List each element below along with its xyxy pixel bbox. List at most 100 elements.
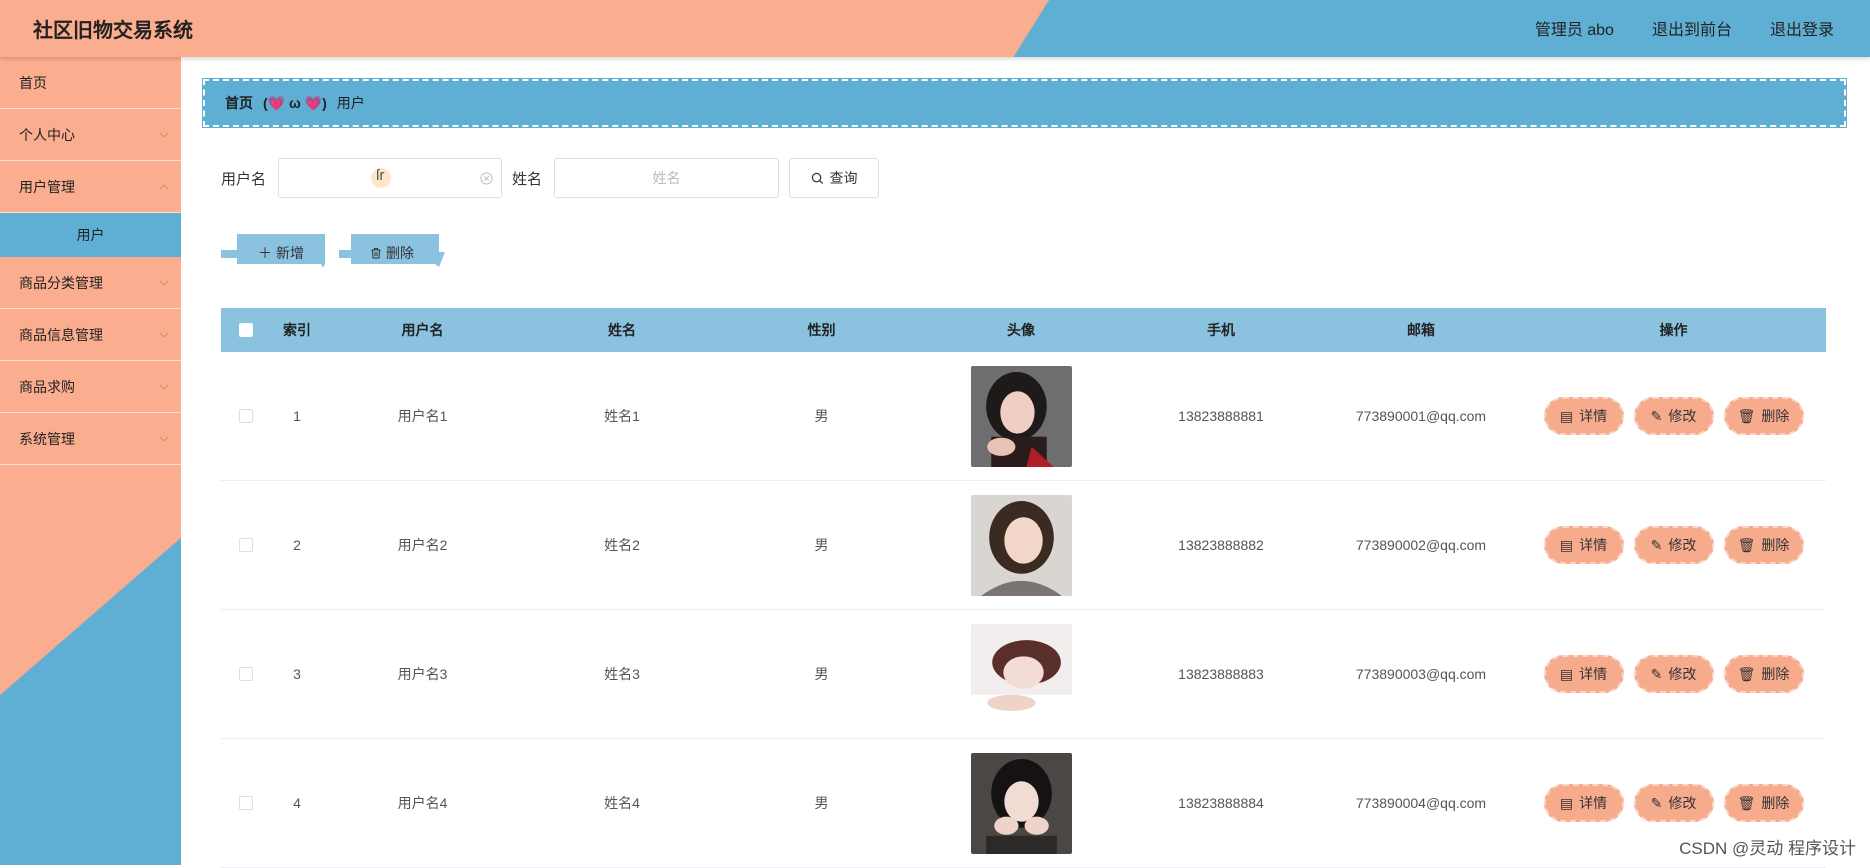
sidebar-item-label: 个人中心 (19, 125, 75, 145)
cell-username: 用户名4 (323, 793, 522, 813)
cell-ops: ▤详情 ✎修改 🗑删除 (1521, 397, 1826, 435)
document-icon: ▤ (1560, 795, 1573, 812)
delete-button-content: 删除 (339, 243, 445, 263)
delete-button[interactable]: 🗑 删除 (1724, 655, 1804, 693)
top-header: 社区旧物交易系统 管理员 abo 退出到前台 退出登录 (0, 0, 1870, 57)
breadcrumb-home[interactable]: 首页 (225, 93, 253, 113)
chevron-down-icon (159, 434, 169, 444)
sidebar-item-personal-center[interactable]: 个人中心 (0, 109, 181, 161)
batch-delete-button[interactable]: 删除 (339, 234, 445, 269)
sidebar-item-label: 商品求购 (19, 377, 75, 397)
cell-sex: 男 (722, 793, 921, 813)
username-input[interactable]: ſr (278, 158, 502, 198)
logout-link[interactable]: 退出登录 (1770, 16, 1834, 40)
detail-button-label: 详情 (1579, 535, 1607, 555)
cell-email: 773890002@qq.com (1321, 537, 1521, 553)
sidebar-item-label: 系统管理 (19, 429, 75, 449)
admin-user-label[interactable]: 管理员 abo (1535, 16, 1614, 40)
cell-sex: 男 (722, 406, 921, 426)
query-button[interactable]: 查询 (789, 158, 879, 198)
trash-icon: 🗑 (1738, 666, 1756, 683)
chevron-down-icon (159, 382, 169, 392)
delete-button-label: 删除 (1761, 664, 1789, 684)
detail-button-label: 详情 (1579, 793, 1607, 813)
app-title: 社区旧物交易系统 (33, 14, 193, 43)
clear-icon[interactable] (480, 172, 493, 185)
sidebar-item-label: 首页 (19, 73, 47, 93)
sidebar-item-system-management[interactable]: 系统管理 (0, 413, 181, 465)
col-header-ops: 操作 (1521, 320, 1826, 340)
name-label: 姓名 (512, 168, 542, 189)
cell-index: 1 (271, 408, 323, 424)
row-checkbox-cell (221, 796, 271, 810)
cell-email: 773890001@qq.com (1321, 408, 1521, 424)
add-button[interactable]: ＋新增 (221, 234, 327, 269)
edit-button[interactable]: ✎修改 (1634, 784, 1714, 822)
sidebar-item-label: 商品信息管理 (19, 325, 103, 345)
sidebar-item-goods-management[interactable]: 商品信息管理 (0, 309, 181, 361)
delete-button[interactable]: 🗑删除 (1724, 784, 1804, 822)
document-icon: ▤ (1560, 537, 1573, 554)
sidebar-item-category-management[interactable]: 商品分类管理 (0, 257, 181, 309)
delete-button[interactable]: 🗑删除 (1724, 397, 1804, 435)
edit-button-label: 修改 (1668, 406, 1696, 426)
col-header-username: 用户名 (323, 320, 522, 340)
sidebar-item-home[interactable]: 首页 (0, 57, 181, 109)
sidebar-subitem-user[interactable]: 用户 (0, 213, 181, 257)
table-row: 4 用户名4 姓名4 男 13823888884 773890004@qq.co… (221, 739, 1826, 868)
chevron-down-icon (159, 330, 169, 340)
edit-button-label: 修改 (1668, 535, 1696, 555)
detail-button[interactable]: ▤详情 (1544, 655, 1624, 693)
detail-button[interactable]: ▤ 详情 (1544, 784, 1624, 822)
sidebar-item-label: 商品分类管理 (19, 273, 103, 293)
row-checkbox[interactable] (239, 538, 253, 552)
pencil-icon: ✎ (1651, 537, 1663, 554)
cell-username: 用户名3 (323, 664, 522, 684)
cell-email: 773890003@qq.com (1321, 666, 1521, 682)
table-row: 1 用户名1 姓名1 男 13823888881 773890001@qq.co… (221, 352, 1826, 481)
cell-name: 姓名4 (522, 793, 722, 813)
cell-email: 773890004@qq.com (1321, 795, 1521, 811)
edit-button[interactable]: ✎修改 (1634, 397, 1714, 435)
avatar-image (971, 495, 1072, 596)
name-placeholder: 姓名 (653, 168, 681, 188)
delete-button-label: 删除 (1761, 793, 1789, 813)
cell-avatar (921, 495, 1121, 596)
delete-button[interactable]: 🗑删除 (1724, 526, 1804, 564)
edit-button[interactable]: ✎ 修改 (1634, 526, 1714, 564)
col-header-index: 索引 (271, 320, 323, 340)
edit-button[interactable]: ✎修改 (1634, 655, 1714, 693)
breadcrumb-separator: (💗 ω 💗) (263, 95, 327, 112)
search-icon (811, 172, 824, 185)
cell-phone: 13823888882 (1121, 537, 1321, 553)
table-actions: ＋新增 删除 (221, 234, 445, 269)
avatar-image (971, 753, 1072, 854)
delete-button-label: 删除 (1761, 535, 1789, 555)
name-input[interactable]: 姓名 (554, 158, 779, 198)
row-checkbox[interactable] (239, 409, 253, 423)
cell-ops: ▤ 详情 ✎修改 🗑删除 (1521, 784, 1826, 822)
detail-button[interactable]: ▤ 详情 (1544, 526, 1624, 564)
avatar-image (971, 624, 1072, 725)
cell-username: 用户名1 (323, 406, 522, 426)
sidebar-item-user-management[interactable]: 用户管理 (0, 161, 181, 213)
sidebar-item-goods-request[interactable]: 商品求购 (0, 361, 181, 413)
query-button-label: 查询 (830, 168, 858, 188)
row-checkbox-cell (221, 538, 271, 552)
cell-name: 姓名2 (522, 535, 722, 555)
breadcrumb: 首页 (💗 ω 💗) 用户 (203, 79, 1846, 127)
delete-button-label: 删除 (386, 245, 414, 261)
chevron-up-icon (159, 182, 169, 192)
cell-name: 姓名3 (522, 664, 722, 684)
col-header-email: 邮箱 (1321, 320, 1521, 340)
cell-phone: 13823888881 (1121, 408, 1321, 424)
cell-ops: ▤ 详情 ✎ 修改 🗑删除 (1521, 526, 1826, 564)
detail-button[interactable]: ▤详情 (1544, 397, 1624, 435)
row-checkbox[interactable] (239, 667, 253, 681)
cell-index: 4 (271, 795, 323, 811)
row-checkbox-cell (221, 409, 271, 423)
select-all-checkbox[interactable] (239, 323, 253, 337)
chevron-down-icon (159, 130, 169, 140)
row-checkbox[interactable] (239, 796, 253, 810)
back-to-front-link[interactable]: 退出到前台 (1652, 16, 1732, 40)
